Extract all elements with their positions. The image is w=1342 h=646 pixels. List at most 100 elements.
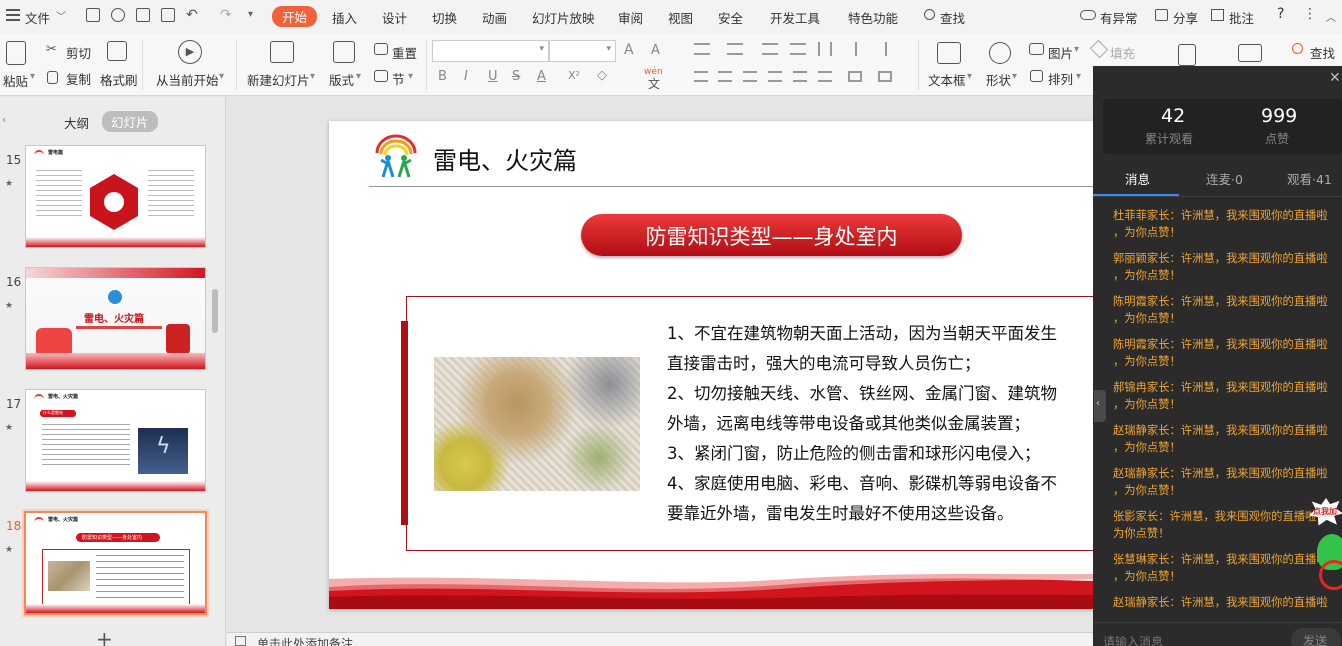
paste-button[interactable]: 粘贴	[3, 71, 28, 90]
section-icon[interactable]	[374, 70, 388, 82]
indent-increase-icon[interactable]	[790, 43, 806, 55]
play-from-current-button[interactable]: 从当前开始	[156, 70, 219, 89]
layout-icon[interactable]	[333, 41, 355, 63]
collapse-panel-icon[interactable]: ‹	[2, 113, 6, 126]
search-icon[interactable]	[924, 9, 935, 20]
textbox-dropdown-icon[interactable]: ▾	[967, 71, 972, 82]
cut-button[interactable]: 剪切	[66, 43, 91, 62]
tab-transitions[interactable]: 切换	[432, 8, 457, 27]
format-painter-button[interactable]: 格式刷	[100, 70, 138, 89]
format-painter-icon[interactable]	[107, 41, 127, 61]
customize-toolbar-icon[interactable]: ▾	[248, 9, 253, 20]
ribbon-search-icon[interactable]	[1292, 43, 1303, 54]
align-center-icon[interactable]	[718, 71, 732, 82]
font-color-button[interactable]: A	[537, 69, 546, 84]
close-icon[interactable]: ✕	[1329, 70, 1341, 86]
underline-button[interactable]: U	[488, 69, 498, 84]
shape-icon[interactable]	[989, 42, 1011, 64]
slide-editor[interactable]: 雷电、火灾篇 防雷知识类型——身处室内 1、不宜在建筑物朝天面上活动，因为当朝天…	[329, 121, 1093, 609]
collapse-ribbon-icon[interactable]: ︿	[1326, 9, 1336, 24]
paste-dropdown-icon[interactable]: ▾	[30, 71, 35, 82]
like-sticker[interactable]: 点我加	[1305, 498, 1342, 598]
tab-design[interactable]: 设计	[382, 8, 407, 27]
textbox-button[interactable]: 文本框	[928, 70, 966, 89]
play-icon[interactable]: ▶	[178, 40, 202, 64]
indent-decrease-icon[interactable]	[762, 43, 778, 55]
tab-developer[interactable]: 开发工具	[770, 8, 820, 27]
help-button[interactable]: ?	[1277, 6, 1284, 22]
section-button[interactable]: 节	[392, 69, 405, 88]
picture-button[interactable]: 图片	[1048, 43, 1073, 62]
banner-pill[interactable]: 防雷知识类型——身处室内	[581, 214, 962, 256]
tab-security[interactable]: 安全	[718, 8, 743, 27]
tab-special-features[interactable]: 特色功能	[848, 8, 898, 27]
more-icon[interactable]: ⋮	[1303, 6, 1317, 22]
file-menu[interactable]: 文件	[25, 8, 50, 27]
text-effects-icon[interactable]	[878, 71, 892, 82]
arrange-button[interactable]: 排列	[1048, 69, 1073, 88]
new-slide-dropdown-icon[interactable]: ▾	[310, 71, 315, 82]
new-slide-icon[interactable]	[270, 41, 294, 63]
font-grow-icon[interactable]: A	[624, 42, 634, 58]
smartart-icon[interactable]	[848, 71, 862, 82]
content-text[interactable]: 1、不宜在建筑物朝天面上活动，因为当朝天平面发生 直接雷击时，强大的电流可导致人…	[667, 319, 1087, 529]
panel-scrollbar[interactable]	[212, 289, 218, 333]
comment-icon[interactable]	[1211, 9, 1224, 21]
textbox-icon[interactable]	[937, 42, 961, 64]
undo-icon[interactable]: ↶	[186, 7, 198, 23]
message-input[interactable]: 请输入消息	[1103, 633, 1163, 646]
tab-animations[interactable]: 动画	[482, 8, 507, 27]
print-icon[interactable]	[136, 8, 150, 22]
save-icon[interactable]	[86, 8, 100, 22]
copy-button[interactable]: 复制	[66, 69, 91, 88]
align-text-icon[interactable]	[818, 71, 832, 82]
arrange-icon[interactable]	[1030, 70, 1043, 82]
menu-search[interactable]: 查找	[940, 8, 965, 27]
bold-button[interactable]: B	[438, 69, 447, 84]
strikethrough-button[interactable]: S	[512, 69, 520, 84]
ribbon-search-button[interactable]: 查找	[1310, 43, 1335, 62]
justify-icon[interactable]	[768, 71, 782, 82]
clear-format-button[interactable]: ◇	[597, 68, 607, 83]
align-right-icon[interactable]	[743, 71, 757, 82]
anomaly-status[interactable]: 有异常	[1100, 8, 1138, 27]
numbered-list-icon[interactable]	[727, 43, 743, 55]
send-button[interactable]: 发送	[1291, 628, 1341, 646]
picture-dropdown-icon[interactable]: ▾	[1074, 44, 1079, 55]
share-icon[interactable]	[1155, 9, 1168, 21]
file-dropdown-icon[interactable]: ﹀	[56, 8, 66, 23]
picture-icon[interactable]	[1029, 43, 1044, 55]
slide-thumbnail-15[interactable]: 雷电篇	[25, 145, 206, 248]
share-button[interactable]: 分享	[1173, 8, 1198, 27]
live-panel-collapse-tab[interactable]: ‹	[1094, 390, 1106, 422]
layout-button[interactable]: 版式	[329, 70, 354, 89]
cut-icon[interactable]: ✂	[46, 42, 57, 57]
slide-thumbnail-17[interactable]: 雷电、火灾篇 什么是雷电 ϟ	[25, 389, 206, 492]
slide-thumbnail-18[interactable]: 雷电、火灾篇 防雷知识类型——身处室内	[24, 511, 207, 615]
tab-messages[interactable]: 消息	[1125, 169, 1150, 188]
section-dropdown-icon[interactable]: ▾	[408, 71, 413, 82]
tab-home[interactable]: 开始	[272, 6, 318, 27]
text-direction-icon[interactable]	[885, 42, 897, 56]
print-preview-icon[interactable]	[161, 8, 175, 22]
find-replace-icon[interactable]	[1178, 44, 1196, 66]
distribute-icon[interactable]	[793, 71, 807, 82]
shape-dropdown-icon[interactable]: ▾	[1012, 71, 1017, 82]
font-shrink-icon[interactable]: A	[651, 43, 660, 58]
font-size-select[interactable]: ▾	[549, 40, 616, 62]
bullet-list-icon[interactable]	[694, 43, 710, 55]
tab-outline[interactable]: 大纲	[64, 113, 89, 132]
export-pdf-icon[interactable]	[111, 8, 125, 22]
tab-review[interactable]: 审阅	[618, 8, 643, 27]
line-spacing-icon[interactable]	[855, 42, 869, 56]
add-slide-button[interactable]: +	[96, 627, 113, 646]
superscript-button[interactable]: X²	[568, 69, 580, 82]
layout-dropdown-icon[interactable]: ▾	[356, 71, 361, 82]
play-dropdown-icon[interactable]: ▾	[219, 71, 224, 82]
align-left-icon[interactable]	[694, 71, 708, 82]
paste-icon[interactable]	[6, 41, 26, 65]
projector-icon[interactable]	[1238, 44, 1262, 62]
reset-icon[interactable]	[374, 43, 388, 55]
slide-thumbnail-16[interactable]: 雷电、火灾篇	[25, 267, 206, 370]
tab-slides[interactable]: 幻灯片	[102, 111, 158, 132]
